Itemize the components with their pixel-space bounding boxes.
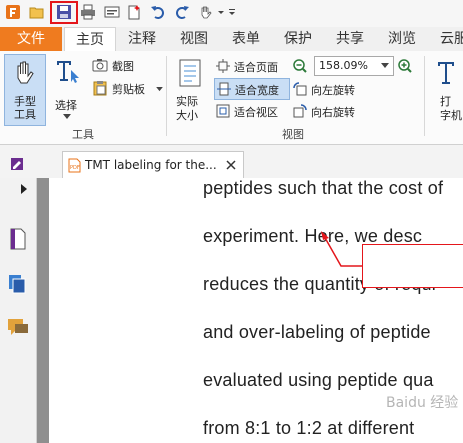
select-label: 选择 (55, 99, 77, 112)
tab-comment[interactable]: 注释 (120, 27, 164, 51)
chevron-down-icon (156, 87, 163, 92)
screenshot-button[interactable]: 截图 (92, 57, 162, 75)
select-button[interactable]: 选择 (50, 54, 84, 124)
rotate-right-button[interactable]: 向右旋转 (293, 102, 373, 120)
pdf-page: peptides such that the cost of experimen… (49, 178, 463, 443)
customize-dropdown-icon[interactable] (228, 4, 236, 20)
divider (166, 56, 167, 136)
app-logo-icon (6, 5, 20, 19)
tab-share[interactable]: 共享 (328, 27, 372, 51)
chevron-down-icon[interactable] (216, 4, 226, 20)
fit-view-label: 适合视区 (234, 106, 278, 119)
rotate-right-icon (293, 104, 307, 118)
navigation-panel (0, 178, 37, 443)
document-tab-title: TMT labeling for the... (85, 158, 217, 172)
fit-width-label: 适合宽度 (235, 84, 279, 97)
rotate-left-label: 向左旋转 (311, 84, 355, 97)
tab-protect[interactable]: 保护 (276, 27, 320, 51)
typewriter-button[interactable]: 打 字机 (430, 56, 463, 126)
zoom-value: 158.09% (319, 59, 368, 72)
sign-icon[interactable] (10, 157, 24, 171)
undo-icon[interactable] (150, 4, 166, 20)
fit-width-icon (217, 82, 231, 96)
rotate-right-label: 向右旋转 (311, 106, 355, 119)
actual-size-icon (179, 59, 201, 87)
select-text-icon (57, 61, 79, 83)
document-text-line: evaluated using peptide qua (203, 370, 434, 390)
fit-page-button[interactable]: 适合页面 (216, 57, 290, 75)
hand-tool-label: 手型 工具 (14, 95, 36, 121)
hand-tool-button[interactable]: 手型 工具 (4, 54, 46, 126)
rotate-left-icon (293, 82, 307, 96)
print-icon[interactable] (80, 4, 96, 20)
group-label-tools: 工具 (72, 128, 94, 141)
actual-size-label: 实际 大小 (176, 95, 198, 122)
document-text-line: and over-labeling of peptide (203, 322, 431, 342)
ribbon-tab-bar: 文件 主页 注释 视图 表单 保护 共享 浏览 云服 (0, 27, 463, 53)
tab-file[interactable]: 文件 (0, 27, 62, 51)
tab-browse[interactable]: 浏览 (380, 27, 424, 51)
comments-icon[interactable] (7, 318, 29, 338)
tab-view[interactable]: 视图 (172, 27, 216, 51)
hand-tool-quick-icon[interactable] (198, 4, 214, 20)
screenshot-label: 截图 (112, 60, 134, 73)
typewriter-label: 打 字机 (440, 95, 462, 122)
zoom-select[interactable]: 158.09% (314, 56, 394, 76)
save-icon[interactable] (56, 4, 72, 20)
camera-icon (92, 59, 108, 72)
rotate-left-button[interactable]: 向左旋转 (293, 80, 373, 98)
page-thumbnail-icon[interactable] (9, 228, 27, 250)
chevron-down-icon (63, 114, 71, 119)
chevron-down-icon (381, 63, 389, 68)
group-label-view: 视图 (282, 128, 304, 141)
clipboard-label: 剪贴板 (112, 83, 145, 96)
close-icon[interactable] (226, 160, 236, 170)
tab-home[interactable]: 主页 (64, 27, 116, 53)
fit-view-button[interactable]: 适合视区 (216, 102, 290, 120)
actual-size-button[interactable]: 实际 大小 (172, 56, 208, 126)
open-folder-icon[interactable] (29, 4, 45, 20)
document-text-line: peptides such that the cost of (203, 178, 444, 198)
page-gutter (37, 178, 49, 443)
document-tab-bar: PDF TMT labeling for the... (0, 145, 463, 179)
tab-form[interactable]: 表单 (224, 27, 268, 51)
zoom-in-icon[interactable] (398, 59, 412, 73)
new-document-icon[interactable] (126, 4, 142, 20)
document-text-line: from 8:1 to 1:2 at different (203, 418, 415, 438)
layers-icon[interactable] (8, 274, 28, 294)
properties-icon[interactable] (104, 4, 120, 20)
fit-view-icon (216, 104, 230, 118)
expand-arrow-icon[interactable] (20, 184, 28, 194)
tab-cloud[interactable]: 云服 (432, 27, 463, 51)
fit-page-icon (216, 59, 230, 73)
document-tab[interactable]: PDF TMT labeling for the... (62, 151, 244, 179)
svg-text:PDF: PDF (70, 165, 80, 171)
divider (424, 56, 425, 136)
pdf-file-icon: PDF (68, 158, 81, 173)
clipboard-icon (93, 81, 107, 96)
typewriter-icon (438, 62, 454, 84)
fit-width-button[interactable]: 适合宽度 (214, 78, 290, 100)
quick-access-toolbar (0, 0, 463, 27)
hand-icon (17, 61, 34, 84)
watermark: Baidu 经验 (386, 395, 459, 411)
clipboard-button[interactable]: 剪贴板 (92, 79, 163, 97)
ribbon-panel: 手型 工具 选择 截图 剪贴板 工具 实际 大小 适合页面 适合宽度 适合视区 … (0, 51, 463, 145)
redo-icon[interactable] (174, 4, 190, 20)
zoom-out-icon[interactable] (293, 59, 307, 73)
callout-text-box[interactable] (362, 244, 463, 288)
fit-page-label: 适合页面 (234, 61, 278, 74)
